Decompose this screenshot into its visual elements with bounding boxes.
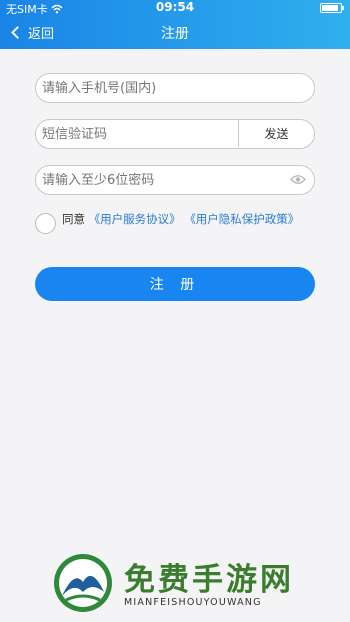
site-logo-icon: [54, 554, 112, 612]
user-agreement-link[interactable]: 《用户服务协议》: [89, 212, 181, 226]
password-field[interactable]: [35, 165, 315, 195]
phone-field[interactable]: [35, 73, 315, 103]
eye-icon[interactable]: [290, 174, 306, 185]
status-time: 09:54: [155, 0, 195, 14]
status-bar: 无SIM卡 09:54: [0, 0, 350, 16]
page-title: 注册: [161, 26, 189, 42]
agree-prefix: 同意: [62, 212, 85, 226]
navigation-bar: 返回 注册: [0, 20, 350, 46]
phone-input[interactable]: [42, 79, 242, 97]
register-button[interactable]: 注 册: [35, 267, 315, 301]
battery-icon: [320, 3, 344, 13]
code-field[interactable]: 发送: [35, 119, 315, 149]
agree-checkbox[interactable]: [35, 213, 56, 234]
agreement-text: 同意 《用户服务协议》 《用户隐私保护政策》: [35, 210, 320, 229]
privacy-policy-link[interactable]: 《用户隐私保护政策》: [184, 212, 299, 226]
watermark: 免费手游网 MIANFEISHOUYOUWANG: [40, 548, 340, 618]
watermark-subtitle: MIANFEISHOUYOUWANG: [124, 597, 262, 608]
code-input[interactable]: [42, 125, 232, 143]
send-code-button[interactable]: 发送: [238, 120, 314, 147]
header-bar: 无SIM卡 09:54 返回 注册: [0, 0, 350, 49]
watermark-title: 免费手游网: [124, 562, 294, 598]
agreement-row: 同意 《用户服务协议》 《用户隐私保护政策》: [35, 210, 320, 234]
password-input[interactable]: [42, 171, 242, 189]
